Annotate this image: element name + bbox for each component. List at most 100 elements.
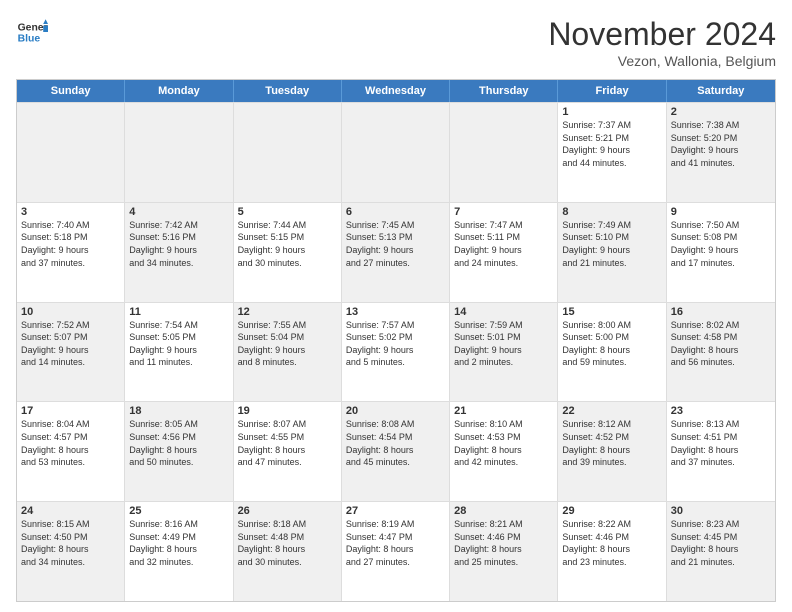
calendar-cell: [342, 103, 450, 202]
day-info: Sunrise: 8:07 AM Sunset: 4:55 PM Dayligh…: [238, 418, 337, 468]
calendar-cell: 25Sunrise: 8:16 AM Sunset: 4:49 PM Dayli…: [125, 502, 233, 601]
title-area: November 2024 Vezon, Wallonia, Belgium: [548, 16, 776, 69]
calendar-cell: [450, 103, 558, 202]
calendar-cell: 24Sunrise: 8:15 AM Sunset: 4:50 PM Dayli…: [17, 502, 125, 601]
calendar-cell: 18Sunrise: 8:05 AM Sunset: 4:56 PM Dayli…: [125, 402, 233, 501]
calendar-cell: [125, 103, 233, 202]
day-number: 22: [562, 405, 661, 417]
day-info: Sunrise: 7:49 AM Sunset: 5:10 PM Dayligh…: [562, 219, 661, 269]
calendar-cell: 15Sunrise: 8:00 AM Sunset: 5:00 PM Dayli…: [558, 303, 666, 402]
calendar-body: 1Sunrise: 7:37 AM Sunset: 5:21 PM Daylig…: [17, 102, 775, 601]
calendar-cell: 4Sunrise: 7:42 AM Sunset: 5:16 PM Daylig…: [125, 203, 233, 302]
calendar-cell: 20Sunrise: 8:08 AM Sunset: 4:54 PM Dayli…: [342, 402, 450, 501]
day-info: Sunrise: 8:08 AM Sunset: 4:54 PM Dayligh…: [346, 418, 445, 468]
calendar-cell: 3Sunrise: 7:40 AM Sunset: 5:18 PM Daylig…: [17, 203, 125, 302]
top-area: General Blue November 2024 Vezon, Wallon…: [16, 16, 776, 69]
day-number: 5: [238, 206, 337, 218]
calendar-row: 24Sunrise: 8:15 AM Sunset: 4:50 PM Dayli…: [17, 501, 775, 601]
day-info: Sunrise: 8:16 AM Sunset: 4:49 PM Dayligh…: [129, 518, 228, 568]
calendar-cell: 14Sunrise: 7:59 AM Sunset: 5:01 PM Dayli…: [450, 303, 558, 402]
calendar-cell: 28Sunrise: 8:21 AM Sunset: 4:46 PM Dayli…: [450, 502, 558, 601]
day-number: 23: [671, 405, 771, 417]
calendar-cell: 26Sunrise: 8:18 AM Sunset: 4:48 PM Dayli…: [234, 502, 342, 601]
day-number: 13: [346, 306, 445, 318]
day-number: 7: [454, 206, 553, 218]
day-number: 8: [562, 206, 661, 218]
day-number: 16: [671, 306, 771, 318]
generalblue-icon: General Blue: [16, 16, 48, 48]
day-info: Sunrise: 8:04 AM Sunset: 4:57 PM Dayligh…: [21, 418, 120, 468]
day-info: Sunrise: 8:19 AM Sunset: 4:47 PM Dayligh…: [346, 518, 445, 568]
day-number: 3: [21, 206, 120, 218]
calendar-cell: 10Sunrise: 7:52 AM Sunset: 5:07 PM Dayli…: [17, 303, 125, 402]
day-info: Sunrise: 7:40 AM Sunset: 5:18 PM Dayligh…: [21, 219, 120, 269]
weekday-header: Tuesday: [234, 80, 342, 102]
day-info: Sunrise: 8:05 AM Sunset: 4:56 PM Dayligh…: [129, 418, 228, 468]
weekday-header: Thursday: [450, 80, 558, 102]
svg-text:Blue: Blue: [18, 34, 41, 45]
month-title: November 2024: [548, 16, 776, 53]
calendar-cell: 27Sunrise: 8:19 AM Sunset: 4:47 PM Dayli…: [342, 502, 450, 601]
day-number: 24: [21, 505, 120, 517]
calendar-cell: 19Sunrise: 8:07 AM Sunset: 4:55 PM Dayli…: [234, 402, 342, 501]
calendar-cell: 12Sunrise: 7:55 AM Sunset: 5:04 PM Dayli…: [234, 303, 342, 402]
calendar-cell: 6Sunrise: 7:45 AM Sunset: 5:13 PM Daylig…: [342, 203, 450, 302]
day-info: Sunrise: 7:47 AM Sunset: 5:11 PM Dayligh…: [454, 219, 553, 269]
day-info: Sunrise: 7:57 AM Sunset: 5:02 PM Dayligh…: [346, 319, 445, 369]
day-number: 9: [671, 206, 771, 218]
day-info: Sunrise: 8:15 AM Sunset: 4:50 PM Dayligh…: [21, 518, 120, 568]
day-info: Sunrise: 7:44 AM Sunset: 5:15 PM Dayligh…: [238, 219, 337, 269]
day-info: Sunrise: 7:59 AM Sunset: 5:01 PM Dayligh…: [454, 319, 553, 369]
calendar-cell: [234, 103, 342, 202]
day-number: 20: [346, 405, 445, 417]
calendar-cell: [17, 103, 125, 202]
day-number: 28: [454, 505, 553, 517]
day-number: 2: [671, 106, 771, 118]
day-number: 10: [21, 306, 120, 318]
calendar-row: 3Sunrise: 7:40 AM Sunset: 5:18 PM Daylig…: [17, 202, 775, 302]
calendar-cell: 29Sunrise: 8:22 AM Sunset: 4:46 PM Dayli…: [558, 502, 666, 601]
day-info: Sunrise: 8:21 AM Sunset: 4:46 PM Dayligh…: [454, 518, 553, 568]
day-info: Sunrise: 7:55 AM Sunset: 5:04 PM Dayligh…: [238, 319, 337, 369]
day-info: Sunrise: 7:37 AM Sunset: 5:21 PM Dayligh…: [562, 119, 661, 169]
day-info: Sunrise: 8:02 AM Sunset: 4:58 PM Dayligh…: [671, 319, 771, 369]
calendar-cell: 23Sunrise: 8:13 AM Sunset: 4:51 PM Dayli…: [667, 402, 775, 501]
day-info: Sunrise: 8:10 AM Sunset: 4:53 PM Dayligh…: [454, 418, 553, 468]
day-info: Sunrise: 8:18 AM Sunset: 4:48 PM Dayligh…: [238, 518, 337, 568]
day-info: Sunrise: 7:45 AM Sunset: 5:13 PM Dayligh…: [346, 219, 445, 269]
day-number: 26: [238, 505, 337, 517]
day-number: 14: [454, 306, 553, 318]
calendar-cell: 17Sunrise: 8:04 AM Sunset: 4:57 PM Dayli…: [17, 402, 125, 501]
day-number: 25: [129, 505, 228, 517]
calendar-header: SundayMondayTuesdayWednesdayThursdayFrid…: [17, 80, 775, 102]
day-number: 6: [346, 206, 445, 218]
weekday-header: Monday: [125, 80, 233, 102]
location: Vezon, Wallonia, Belgium: [548, 53, 776, 69]
day-info: Sunrise: 8:23 AM Sunset: 4:45 PM Dayligh…: [671, 518, 771, 568]
day-info: Sunrise: 8:13 AM Sunset: 4:51 PM Dayligh…: [671, 418, 771, 468]
day-info: Sunrise: 8:00 AM Sunset: 5:00 PM Dayligh…: [562, 319, 661, 369]
weekday-header: Friday: [558, 80, 666, 102]
calendar-cell: 21Sunrise: 8:10 AM Sunset: 4:53 PM Dayli…: [450, 402, 558, 501]
day-info: Sunrise: 8:22 AM Sunset: 4:46 PM Dayligh…: [562, 518, 661, 568]
day-number: 4: [129, 206, 228, 218]
calendar-row: 1Sunrise: 7:37 AM Sunset: 5:21 PM Daylig…: [17, 102, 775, 202]
weekday-header: Sunday: [17, 80, 125, 102]
day-number: 18: [129, 405, 228, 417]
calendar-cell: 5Sunrise: 7:44 AM Sunset: 5:15 PM Daylig…: [234, 203, 342, 302]
calendar-cell: 11Sunrise: 7:54 AM Sunset: 5:05 PM Dayli…: [125, 303, 233, 402]
calendar-cell: 30Sunrise: 8:23 AM Sunset: 4:45 PM Dayli…: [667, 502, 775, 601]
day-number: 27: [346, 505, 445, 517]
day-number: 29: [562, 505, 661, 517]
day-number: 1: [562, 106, 661, 118]
day-number: 19: [238, 405, 337, 417]
calendar-cell: 8Sunrise: 7:49 AM Sunset: 5:10 PM Daylig…: [558, 203, 666, 302]
calendar-row: 10Sunrise: 7:52 AM Sunset: 5:07 PM Dayli…: [17, 302, 775, 402]
weekday-header: Wednesday: [342, 80, 450, 102]
day-number: 30: [671, 505, 771, 517]
page: General Blue November 2024 Vezon, Wallon…: [0, 0, 792, 612]
day-info: Sunrise: 7:38 AM Sunset: 5:20 PM Dayligh…: [671, 119, 771, 169]
day-number: 21: [454, 405, 553, 417]
logo: General Blue: [16, 16, 48, 48]
day-number: 11: [129, 306, 228, 318]
